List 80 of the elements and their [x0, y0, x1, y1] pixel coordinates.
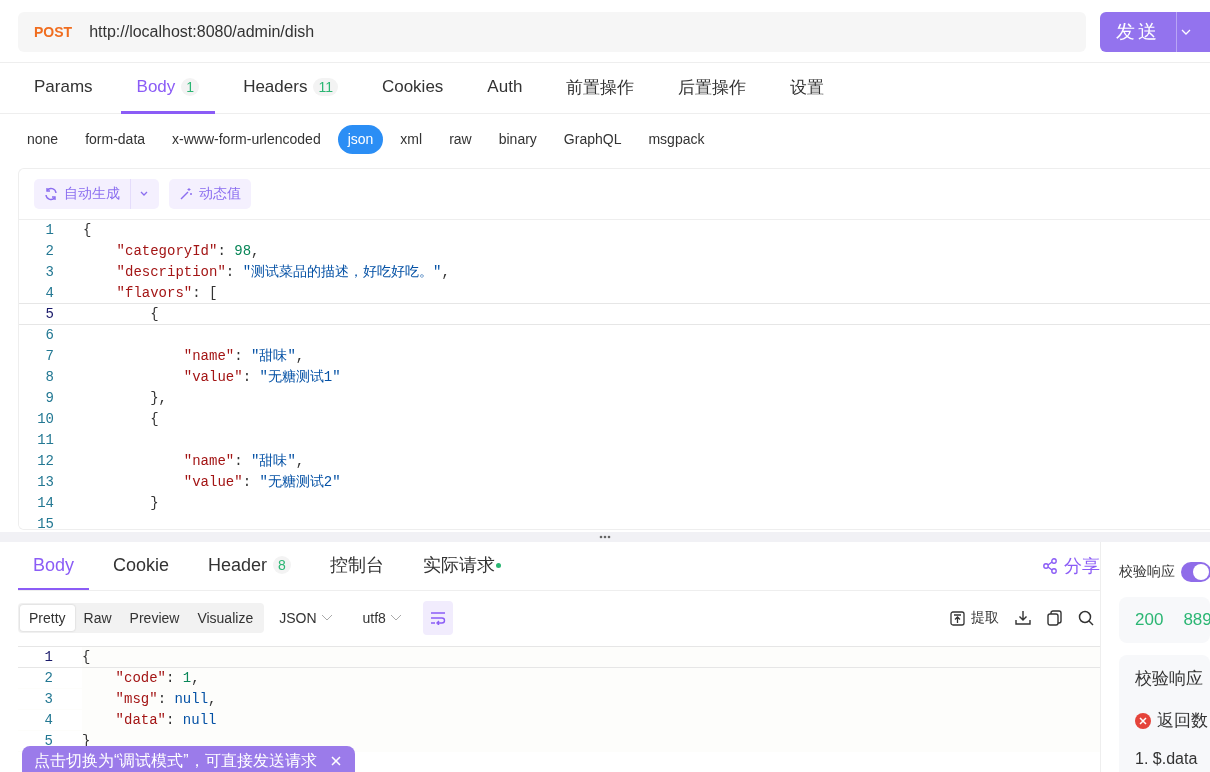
tab[interactable]: 前置操作	[550, 63, 651, 114]
code-text: {	[82, 648, 91, 667]
share-link[interactable]: 分享	[1042, 542, 1100, 590]
close-icon	[330, 756, 341, 766]
code-text: {	[149, 410, 159, 429]
tab[interactable]: Params	[18, 63, 109, 114]
count-badge: 1	[181, 78, 200, 96]
copy-icon[interactable]	[1047, 610, 1062, 626]
error-message: 返回数	[1157, 710, 1208, 732]
tab[interactable]: Auth	[471, 63, 539, 114]
magic-wand-icon	[179, 187, 193, 201]
code-text: {	[149, 305, 159, 324]
caret-icon	[320, 614, 333, 622]
format-dropdown[interactable]: JSON	[279, 610, 333, 626]
code-text: "name": "甜味",	[182, 347, 305, 366]
tab[interactable]: 控制台	[314, 542, 399, 590]
line-number: 4	[18, 710, 82, 730]
line-number: 1	[18, 647, 82, 667]
download-icon[interactable]	[1015, 610, 1031, 626]
code-text: "msg": null,	[114, 690, 217, 709]
body-type-option[interactable]: GraphQL	[553, 125, 632, 154]
tab[interactable]: 后置操作	[662, 63, 763, 114]
body-type-option[interactable]: none	[17, 125, 69, 154]
code-text: "code": 1,	[114, 669, 200, 688]
count-badge: 11	[313, 78, 338, 96]
view-mode-tab[interactable]: Pretty	[20, 605, 75, 631]
validation-rule: 1. $.data	[1135, 749, 1198, 769]
count-badge: 8	[273, 556, 291, 574]
status-code: 200	[1135, 610, 1164, 630]
line-number: 3	[18, 689, 82, 709]
error-icon	[1135, 713, 1151, 729]
view-mode-tab[interactable]: Preview	[120, 605, 189, 631]
caret-icon	[389, 614, 402, 622]
tab[interactable]: Headers 11	[227, 63, 354, 114]
line-number: 2	[18, 668, 82, 688]
send-button[interactable]: 发送	[1100, 12, 1210, 52]
validate-toggle[interactable]	[1181, 562, 1210, 582]
wrap-toggle[interactable]	[422, 601, 453, 635]
code-text: "value": "无糖测试1"	[182, 368, 341, 387]
body-type-option[interactable]: raw	[439, 125, 482, 154]
view-mode-tab[interactable]: Visualize	[188, 605, 263, 631]
body-type-option[interactable]: x-www-form-urlencoded	[162, 125, 331, 154]
tab[interactable]: 设置	[774, 63, 841, 114]
tab[interactable]: Cookies	[365, 63, 460, 114]
code-text: }	[149, 494, 159, 513]
code-text: "value": "无糖测试2"	[182, 473, 341, 492]
body-type-option[interactable]: binary	[488, 125, 547, 154]
resize-handle-icon[interactable]	[599, 535, 611, 539]
upload-box-icon	[950, 610, 965, 626]
code-text: "data": null	[114, 711, 217, 730]
code-text: {	[83, 221, 92, 240]
validation-title: 校验响应	[1135, 668, 1203, 690]
close-button[interactable]	[330, 756, 341, 766]
body-type-option[interactable]: form-data	[75, 125, 156, 154]
toolbar-button[interactable]: 动态值	[169, 179, 251, 209]
body-type-option[interactable]: xml	[390, 125, 433, 154]
body-type-option[interactable]: msgpack	[638, 125, 715, 154]
url-field[interactable]: POST http://localhost:8080/admin/dish	[18, 12, 1086, 52]
code-text: },	[149, 389, 167, 408]
code-text: "flavors": [	[115, 284, 218, 303]
url-text: http://localhost:8080/admin/dish	[89, 23, 315, 41]
format-dropdown[interactable]: utf8	[362, 610, 402, 626]
tab[interactable]: Cookie	[98, 542, 185, 590]
code-text: "categoryId": 98,	[115, 242, 260, 261]
tab[interactable]: Body 1	[120, 63, 216, 114]
share-icon	[1042, 558, 1058, 574]
tab[interactable]: Header 8	[193, 542, 306, 590]
toast-message: 点击切换为“调试模式”，可直接发送请求	[34, 750, 317, 771]
tab[interactable]: 实际请求	[407, 542, 516, 590]
caret-icon[interactable]	[139, 191, 149, 197]
toolbar-button[interactable]: 自动生成	[34, 179, 159, 209]
extract-button[interactable]: 提取	[950, 609, 999, 627]
validate-label: 校验响应	[1119, 563, 1175, 581]
wrap-icon	[429, 611, 446, 625]
refresh-icon	[44, 187, 58, 201]
tab[interactable]: Body	[18, 542, 90, 590]
code-text: "description": "测试菜品的描述，好吃好吃。",	[115, 263, 450, 282]
view-mode-tab[interactable]: Raw	[74, 605, 121, 631]
search-icon[interactable]	[1078, 610, 1094, 626]
code-text: "name": "甜味",	[182, 452, 305, 471]
